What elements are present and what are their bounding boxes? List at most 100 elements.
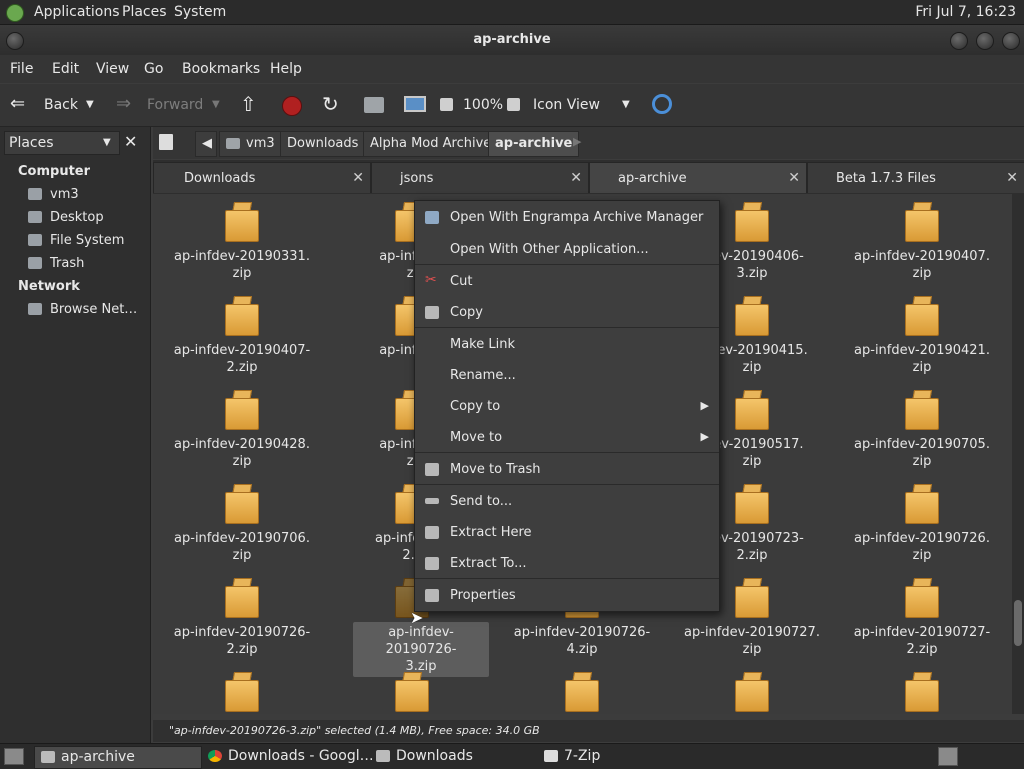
close-tab-icon[interactable]: ✕ <box>352 170 364 186</box>
reload-icon[interactable]: ↻ <box>322 92 339 116</box>
stop-icon[interactable] <box>282 96 302 116</box>
system-menu[interactable]: System <box>174 4 226 20</box>
folder-icon <box>41 751 55 763</box>
taskbar-item-7zip[interactable]: 7-Zip <box>538 746 704 767</box>
zoom-in-icon[interactable] <box>507 98 520 111</box>
file-name-line: zip <box>232 548 252 563</box>
file-name-line: ap-infdev-20190726- <box>173 625 311 640</box>
workspace-switcher[interactable] <box>938 747 958 766</box>
taskbar-item-ap-archive[interactable]: ap-archive <box>34 746 202 769</box>
breadcrumb-vm3[interactable]: vm3 <box>219 131 282 157</box>
view-mode-select[interactable]: Icon View <box>533 97 600 113</box>
places-menu[interactable]: Places <box>122 4 167 20</box>
computer-icon[interactable] <box>404 96 426 112</box>
back-arrow-icon[interactable]: ⇐ <box>10 93 25 114</box>
forward-history-chevron-icon[interactable]: ▼ <box>212 99 220 110</box>
menu-view[interactable]: View <box>96 61 129 77</box>
back-history-chevron-icon[interactable]: ▼ <box>86 99 94 110</box>
file-name-line: ap-infdev-20190705. <box>854 437 990 452</box>
file-name-line: 4.zip <box>566 642 598 657</box>
sidebar-section-network: Network <box>18 279 80 294</box>
menu-item-move-to[interactable]: Move to ▶ <box>415 424 719 452</box>
menu-item-copy-to[interactable]: Copy to ▶ <box>415 393 719 421</box>
menu-separator <box>415 578 719 579</box>
zoom-level[interactable]: 100% <box>463 97 503 113</box>
close-window-icon[interactable] <box>1002 32 1020 50</box>
breadcrumb-ap-archive[interactable]: ap-archive <box>488 131 580 157</box>
mate-logo-icon[interactable] <box>6 4 24 22</box>
file-name: ap-infdev-20190428. zip <box>167 436 317 470</box>
breadcrumb-alpha-mod-archive[interactable]: Alpha Mod Archive <box>363 131 499 157</box>
menu-item-properties[interactable]: Properties <box>415 582 719 610</box>
menu-item-open-with-other[interactable]: Open With Other Application... <box>415 236 719 264</box>
clock[interactable]: Fri Jul 7, 16:23 <box>915 4 1016 20</box>
menu-item-cut[interactable]: ✂ Cut <box>415 268 719 296</box>
menu-item-send-to[interactable]: Send to... <box>415 488 719 516</box>
menu-go[interactable]: Go <box>144 61 163 77</box>
menu-bookmarks[interactable]: Bookmarks <box>182 61 260 77</box>
menu-edit[interactable]: Edit <box>52 61 79 77</box>
show-desktop-icon[interactable] <box>4 748 24 765</box>
file-name: ap-infdev-20190407- 2.zip <box>167 342 317 376</box>
zip-archive-icon <box>735 390 769 430</box>
menu-item-open-with-engrampa[interactable]: Open With Engrampa Archive Manager <box>415 204 719 232</box>
file-name-line: ap-infdev-20190726- <box>385 625 457 657</box>
file-name-line: ap-infdev-20190727. <box>684 625 820 640</box>
menu-item-extract-to[interactable]: Extract To... <box>415 550 719 578</box>
zoom-out-icon[interactable] <box>440 98 453 111</box>
tab-beta-files[interactable]: Beta 1.7.3 Files ✕ <box>807 162 1024 193</box>
sidebar-pane-selector[interactable]: Places ▼ <box>4 131 120 155</box>
tab-label: Downloads <box>184 171 256 186</box>
menu-help[interactable]: Help <box>270 61 302 77</box>
tab-downloads[interactable]: Downloads ✕ <box>153 162 371 193</box>
file-name-line: ap-infdev-20190407. <box>854 249 990 264</box>
sidebar-item-label: Desktop <box>50 210 104 225</box>
file-name-line: zip <box>912 360 932 375</box>
menu-separator <box>415 264 719 265</box>
file-name: ap-infdev-20190331. zip <box>167 248 317 282</box>
menu-item-move-to-trash[interactable]: Move to Trash <box>415 456 719 484</box>
close-tab-icon[interactable]: ✕ <box>1006 170 1018 186</box>
extract-icon <box>425 557 439 570</box>
tab-label: Beta 1.7.3 Files <box>836 171 936 186</box>
menu-item-rename[interactable]: Rename... <box>415 362 719 390</box>
breadcrumb-back-chevron-icon[interactable]: ◀ <box>195 131 217 157</box>
tab-jsons[interactable]: jsons ✕ <box>371 162 589 193</box>
taskbar-item-chrome-downloads[interactable]: Downloads - Googl… <box>202 746 374 767</box>
file-name: ap-infdev-20190727- 2.zip <box>847 624 997 658</box>
close-sidebar-icon[interactable]: ✕ <box>124 132 137 151</box>
breadcrumb-forward-chevron-icon[interactable]: ▶ <box>573 135 581 148</box>
back-button[interactable]: Back <box>44 97 78 113</box>
home-icon[interactable] <box>364 97 384 113</box>
close-tab-icon[interactable]: ✕ <box>788 170 800 186</box>
edit-location-icon[interactable] <box>159 134 173 150</box>
forward-button[interactable]: Forward <box>147 97 203 113</box>
taskbar-item-downloads[interactable]: Downloads <box>370 746 536 767</box>
zip-archive-icon <box>905 484 939 524</box>
window-titlebar[interactable]: ap-archive <box>0 25 1024 55</box>
zip-archive-icon <box>905 296 939 336</box>
scrollbar-thumb[interactable] <box>1014 600 1022 646</box>
menu-item-label: Rename... <box>450 368 516 383</box>
menu-item-label: Properties <box>450 588 516 603</box>
tab-ap-archive[interactable]: ap-archive ✕ <box>589 162 807 193</box>
view-mode-chevron-down-icon[interactable]: ▼ <box>622 99 630 110</box>
toolbar: ⇐ Back ▼ ⇒ Forward ▼ ⇧ ↻ 100% Icon View … <box>0 84 1024 127</box>
file-name: ap-infdev-20190726. zip <box>847 530 997 564</box>
menu-file[interactable]: File <box>10 61 33 77</box>
home-icon <box>226 138 240 149</box>
close-tab-icon[interactable]: ✕ <box>570 170 582 186</box>
up-arrow-icon[interactable]: ⇧ <box>240 92 257 116</box>
taskbar-item-label: ap-archive <box>61 749 135 765</box>
menu-item-make-link[interactable]: Make Link <box>415 331 719 359</box>
breadcrumb-downloads[interactable]: Downloads <box>280 131 366 157</box>
applications-menu[interactable]: Applications <box>34 4 120 20</box>
minimize-icon[interactable] <box>950 32 968 50</box>
forward-arrow-icon[interactable]: ⇒ <box>116 93 131 114</box>
maximize-icon[interactable] <box>976 32 994 50</box>
search-icon[interactable] <box>652 94 672 114</box>
menu-item-extract-here[interactable]: Extract Here <box>415 519 719 547</box>
submenu-arrow-icon: ▶ <box>700 399 709 412</box>
file-name-line: zip <box>232 454 252 469</box>
menu-item-copy[interactable]: Copy <box>415 299 719 327</box>
